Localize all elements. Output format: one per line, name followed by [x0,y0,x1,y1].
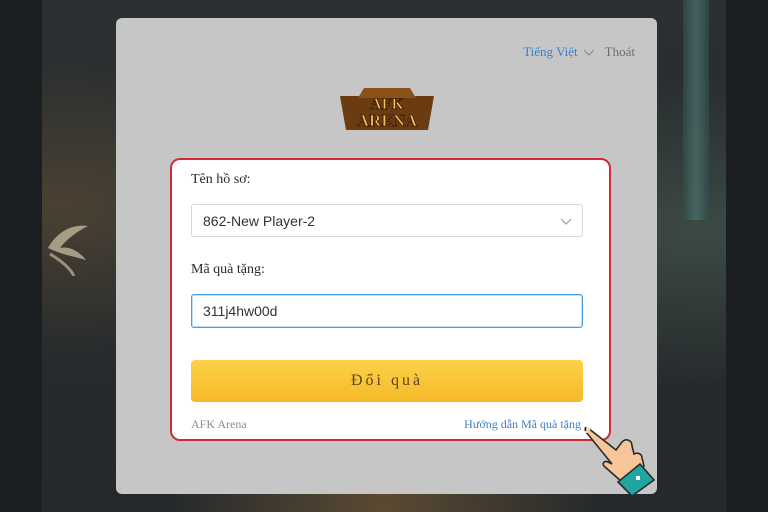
afk-arena-logo: AFK ARENA [340,88,434,130]
sword-decoration [683,0,709,220]
gift-code-dialog: Tiếng Việt Thoát AFK ARENA Tên hồ sơ: 86… [116,18,657,494]
top-bar: Tiếng Việt Thoát [523,44,635,60]
gift-code-form: Tên hồ sơ: 862-New Player-2 Mã quà tặng:… [170,158,611,441]
background-edge-right [726,0,768,512]
gift-code-guide-link[interactable]: Hướng dẫn Mã quà tặng [464,417,581,432]
logout-link[interactable]: Thoát [605,44,635,60]
brand-label: AFK Arena [191,417,247,431]
gift-code-label: Mã quà tặng: [191,262,265,277]
logo-text-line2: ARENA [357,111,418,130]
chevron-down-icon [583,49,595,56]
redeem-button[interactable]: Đổi quà [191,360,583,402]
chevron-down-icon [560,218,572,225]
pointing-hand-icon [582,421,656,496]
gift-code-input[interactable] [191,294,583,328]
profile-select[interactable]: 862-New Player-2 [191,204,583,237]
profile-label: Tên hồ sơ: [191,172,251,187]
feather-decoration [48,225,88,276]
background-edge-left [0,0,42,512]
language-selector[interactable]: Tiếng Việt [523,44,595,60]
language-label: Tiếng Việt [523,44,578,59]
profile-select-value: 862-New Player-2 [203,212,316,229]
